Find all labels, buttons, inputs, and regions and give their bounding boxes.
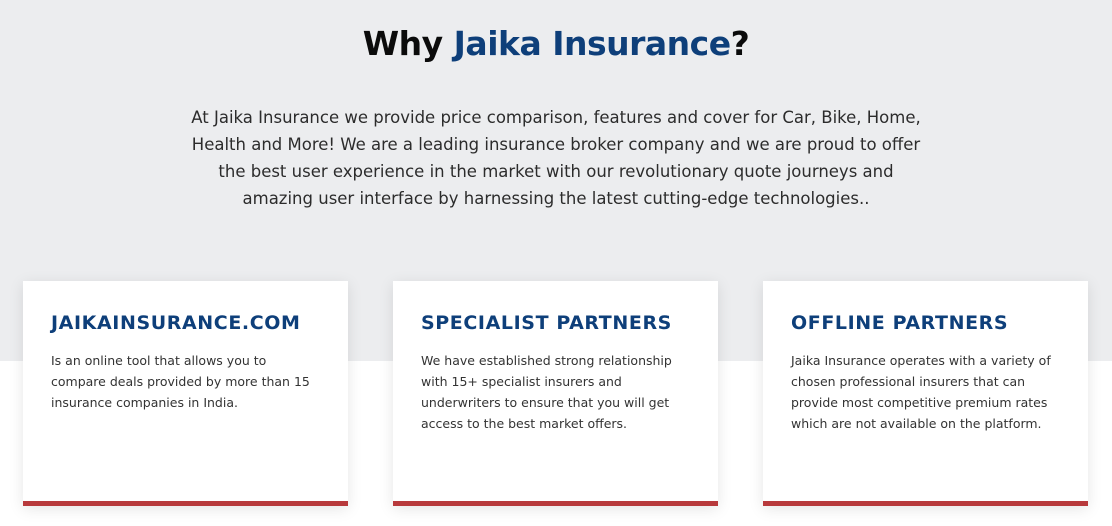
card-description: We have established strong relationship … (421, 353, 672, 431)
card-title: JAIKAINSURANCE.COM (51, 312, 301, 334)
intro-paragraph: At Jaika Insurance we provide price comp… (191, 108, 921, 208)
feature-card-jaikainsurance-com: JAIKAINSURANCE.COM Is an online tool tha… (23, 281, 348, 506)
card-title: OFFLINE PARTNERS (791, 312, 1009, 334)
card-description: Jaika Insurance operates with a variety … (791, 353, 1051, 431)
feature-card-offline-partners: OFFLINE PARTNERS Jaika Insurance operate… (763, 281, 1088, 506)
heading-prefix: Why (362, 24, 454, 63)
section-heading: Why Jaika Insurance? (0, 22, 1112, 66)
heading-suffix: ? (730, 24, 750, 63)
card-title: SPECIALIST PARTNERS (421, 312, 672, 334)
card-accent-bar (763, 501, 1088, 506)
card-accent-bar (23, 501, 348, 506)
feature-card-specialist-partners: SPECIALIST PARTNERS We have established … (393, 281, 718, 506)
card-description: Is an online tool that allows you to com… (51, 353, 310, 410)
card-accent-bar (393, 501, 718, 506)
heading-brand-name: Jaika Insurance (453, 24, 731, 63)
